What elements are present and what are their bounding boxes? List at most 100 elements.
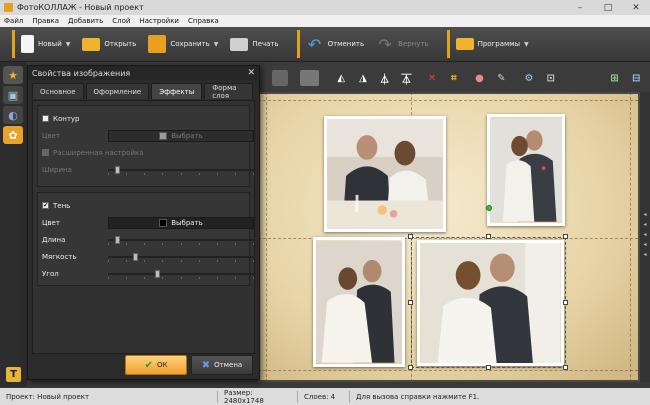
dialog-title-bar: Свойства изображения ✕	[28, 66, 259, 80]
flip-right-icon[interactable]: ◮	[355, 70, 371, 86]
couple-dinner-image	[327, 119, 443, 229]
toolbar-separator	[446, 30, 450, 58]
gift-box-icon	[455, 38, 474, 50]
status-help: Для вызова справки нажмите F1.	[356, 392, 480, 401]
shadow-length-slider[interactable]	[108, 235, 254, 245]
programs-label: Программы	[477, 40, 521, 48]
resize-handle[interactable]	[563, 300, 568, 305]
chevron-left-icon[interactable]: ◂	[643, 210, 646, 220]
redo-arrow-icon: ↷	[378, 34, 392, 54]
color-effects-icon[interactable]: ●	[472, 70, 488, 86]
new-button[interactable]: Новый ▼	[21, 35, 70, 53]
slider-thumb[interactable]	[115, 235, 120, 244]
status-size: Размер: 2480x1748	[218, 389, 298, 405]
delete-icon[interactable]: ✕	[424, 70, 440, 86]
contour-width-slider[interactable]	[108, 165, 254, 175]
chevron-left-icon[interactable]: ◂	[643, 230, 646, 240]
slider-thumb[interactable]	[133, 252, 138, 261]
resize-handle[interactable]	[563, 365, 568, 370]
maximize-button[interactable]: □	[594, 0, 622, 15]
flip-vertical-icon[interactable]: ⏄	[399, 70, 415, 86]
lock-icon[interactable]: ⊡	[543, 70, 559, 86]
rotate-handle[interactable]	[486, 205, 492, 211]
shadow-angle-row: Угол	[42, 265, 254, 282]
tab-basic[interactable]: Основное	[32, 83, 84, 99]
programs-button[interactable]: Программы ▼	[455, 38, 529, 50]
shadow-group: ✔ Тень Цвет Выбрать Длина Мягкость Угол	[37, 192, 254, 286]
shadow-color-button[interactable]: Выбрать	[108, 216, 254, 229]
tab-layer-shape[interactable]: Форма слоя	[204, 83, 253, 100]
align-icon[interactable]	[299, 70, 320, 86]
advanced-checkbox[interactable]	[42, 149, 49, 156]
page-settings-icon[interactable]: ⊟	[628, 70, 644, 86]
slider-thumb[interactable]	[115, 165, 120, 174]
checkmark-icon: ✔	[144, 359, 153, 371]
tab-design[interactable]: Оформление	[85, 83, 150, 99]
flip-left-icon[interactable]: ◭	[333, 70, 349, 86]
print-button[interactable]: Печать	[230, 37, 279, 51]
minimize-button[interactable]: –	[566, 0, 594, 15]
crop-icon[interactable]: ⌗	[446, 70, 462, 86]
contour-label: Контур	[53, 114, 80, 123]
menu-edit[interactable]: Правка	[32, 17, 59, 25]
menu-add[interactable]: Добавить	[68, 17, 103, 25]
image-icon[interactable]: ▣	[3, 86, 23, 104]
chevron-down-icon[interactable]: ▼	[524, 41, 529, 48]
effects-icon[interactable]: ✿	[3, 126, 23, 144]
menu-settings[interactable]: Настройки	[139, 17, 179, 25]
print-label: Печать	[252, 40, 279, 48]
contour-checkbox[interactable]	[42, 115, 49, 122]
contour-group: Контур Цвет Выбрать Расширенная настройк…	[37, 105, 254, 187]
shapes-icon[interactable]: ◐	[3, 106, 23, 124]
menu-help[interactable]: Справка	[188, 17, 219, 25]
save-button[interactable]: Сохранить ▼	[148, 35, 218, 53]
chevron-left-icon[interactable]: ◂	[643, 250, 646, 260]
shadow-angle-slider[interactable]	[108, 269, 254, 279]
chevron-down-icon[interactable]: ▼	[214, 41, 219, 48]
photo-couple-dinner[interactable]	[324, 116, 446, 232]
add-page-icon[interactable]: ⊞	[607, 70, 623, 86]
right-collapse-strip[interactable]: ◂ ◂ ◂ ◂ ◂	[640, 92, 650, 382]
chevron-left-icon[interactable]: ◂	[643, 220, 646, 230]
redo-button[interactable]: ↷ Вернуть	[376, 34, 428, 54]
contour-color-button[interactable]: Выбрать	[108, 129, 254, 142]
slider-track	[108, 272, 254, 275]
shadow-softness-slider[interactable]	[108, 252, 254, 262]
text-tool-icon[interactable]: T	[6, 367, 21, 382]
flip-horizontal-icon[interactable]: ⏃	[377, 70, 393, 86]
chevron-down-icon[interactable]: ▼	[66, 41, 71, 48]
cancel-label: Отмена	[214, 361, 243, 369]
slider-thumb[interactable]	[155, 269, 160, 278]
contour-color-label: Цвет	[42, 131, 60, 140]
open-label: Открыть	[104, 40, 137, 48]
shadow-checkbox[interactable]: ✔	[42, 202, 49, 209]
arrange-layers-icon[interactable]	[272, 70, 288, 86]
resize-handle[interactable]	[408, 300, 413, 305]
dialog-close-icon[interactable]: ✕	[247, 68, 255, 78]
cancel-button[interactable]: ✖ Отмена	[191, 355, 253, 375]
menu-layer[interactable]: Слой	[112, 17, 130, 25]
resize-handle[interactable]	[563, 234, 568, 239]
menu-file[interactable]: Файл	[4, 17, 23, 25]
selection-frame[interactable]	[411, 237, 566, 368]
tab-effects[interactable]: Эффекты	[151, 83, 203, 99]
status-project: Проект: Новый проект	[0, 390, 218, 403]
open-button[interactable]: Открыть	[82, 37, 137, 51]
resize-handle[interactable]	[408, 234, 413, 239]
resize-handle[interactable]	[408, 365, 413, 370]
chevron-left-icon[interactable]: ◂	[643, 240, 646, 250]
star-icon[interactable]: ★	[3, 66, 23, 84]
shadow-length-label: Длина	[42, 235, 66, 244]
close-window-button[interactable]: ✕	[622, 0, 650, 15]
save-label: Сохранить	[170, 40, 210, 48]
collage-canvas[interactable]	[258, 92, 640, 382]
photo-couple-standing[interactable]	[487, 114, 565, 226]
photo-couple-sitting[interactable]	[313, 237, 405, 367]
resize-handle[interactable]	[486, 365, 491, 370]
contour-width-label: Ширина	[42, 165, 72, 174]
ok-button[interactable]: ✔ ОК	[125, 355, 187, 375]
undo-button[interactable]: ↶ Отменить	[306, 35, 364, 54]
resize-handle[interactable]	[486, 234, 491, 239]
gear-icon[interactable]: ⚙	[521, 70, 537, 86]
brush-icon[interactable]: ✎	[493, 70, 509, 86]
